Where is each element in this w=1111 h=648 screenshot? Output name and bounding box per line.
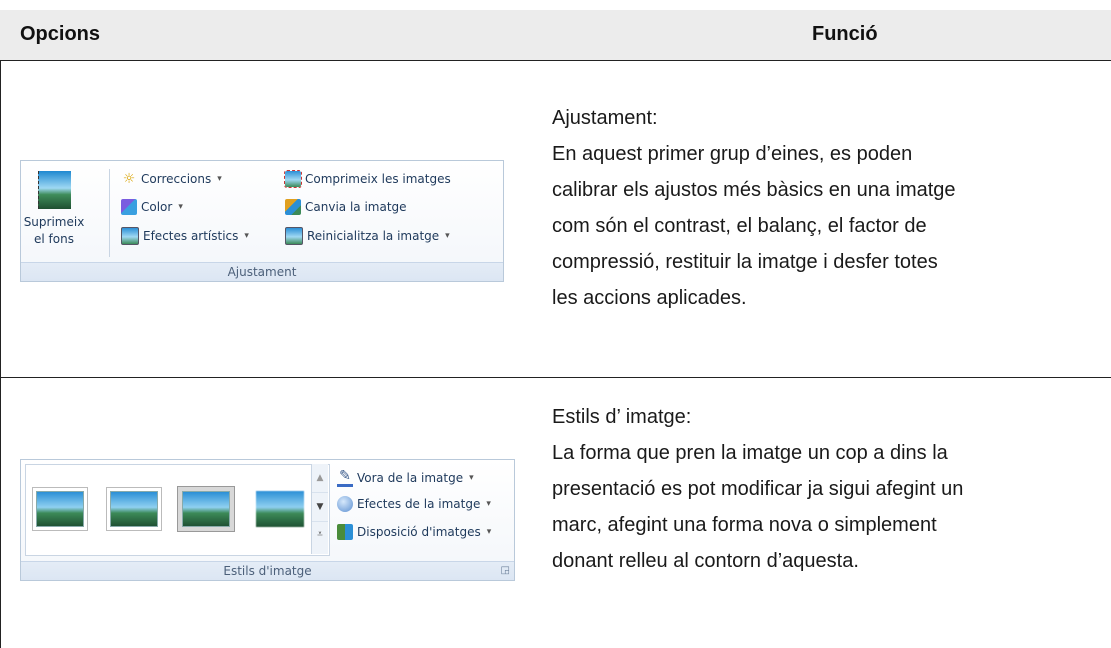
- color-button[interactable]: Color ▾: [121, 199, 183, 215]
- adjust-ribbon-group: Suprimeix el fons ☼ Correccions ▾ Color …: [20, 160, 504, 282]
- dialog-launcher-icon[interactable]: ◲: [501, 562, 510, 580]
- color-palette-icon: [121, 199, 137, 215]
- header-function: Funció: [812, 23, 878, 45]
- adjust-description: Ajustament: En aquest primer grup d’eine…: [552, 100, 956, 316]
- corrections-button[interactable]: ☼ Correccions ▾: [121, 171, 222, 187]
- picture-styles-ribbon-group: ▲ ▼ ⩡ ✎ Vora de la imatge ▾ Efectes de l…: [20, 459, 515, 581]
- reset-image-label: Reinicialitza la imatge: [307, 229, 440, 243]
- chevron-down-icon: ▾: [217, 174, 222, 184]
- gallery-more-icon[interactable]: ⩡: [312, 521, 328, 550]
- picture-border-label: Vora de la imatge: [357, 470, 464, 485]
- adjust-line-3: com són el contrast, el balanç, el facto…: [552, 215, 927, 237]
- adjust-line-5: les accions aplicades.: [552, 287, 747, 309]
- styles-line-1: La forma que pren la imatge un cop a din…: [552, 442, 948, 464]
- style-thumbnail-2[interactable]: [110, 491, 158, 527]
- adjust-group-label: Ajustament: [21, 262, 503, 281]
- adjust-line-4: compressió, restituir la imatge i desfer…: [552, 251, 938, 273]
- styles-line-4: donant relleu al contorn d’aquesta.: [552, 550, 859, 572]
- change-image-icon: [285, 199, 301, 215]
- remove-background-label-2: el fons: [34, 232, 74, 246]
- adjust-line-2: calibrar els ajustos més bàsics en una i…: [552, 179, 956, 201]
- effects-icon: [337, 496, 353, 512]
- picture-effects-button[interactable]: Efectes de la imatge ▾: [337, 496, 491, 512]
- picture-styles-label-text: Estils d'imatge: [223, 564, 312, 578]
- styles-title: Estils d’ imatge:: [552, 406, 692, 428]
- color-label: Color: [141, 200, 173, 214]
- styles-line-3: marc, afegint una forma nova o simplemen…: [552, 514, 937, 536]
- table-header: Opcions Funció: [0, 10, 1111, 61]
- change-image-label: Canvia la imatge: [305, 200, 407, 214]
- options-table: Opcions Funció Suprimeix el fons ☼ Corre…: [0, 10, 1111, 648]
- picture-layout-label: Disposició d'imatges: [357, 525, 481, 539]
- picture-styles-group-label: Estils d'imatge ◲: [21, 561, 514, 580]
- reset-image-button[interactable]: Reinicialitza la imatge ▾: [285, 227, 450, 245]
- picture-border-button[interactable]: ✎ Vora de la imatge ▾: [337, 468, 474, 487]
- styles-description: Estils d’ imatge: La forma que pren la i…: [552, 399, 963, 579]
- compress-images-button[interactable]: Comprimeix les imatges: [284, 170, 451, 188]
- chevron-down-icon: ▾: [178, 202, 183, 212]
- chevron-down-icon: ▾: [486, 499, 491, 509]
- artistic-effects-icon: [121, 227, 139, 245]
- adjust-line-1: En aquest primer grup d’eines, es poden: [552, 143, 913, 165]
- chevron-down-icon: ▾: [244, 231, 249, 241]
- styles-line-2: presentació es pot modificar ja sigui af…: [552, 478, 964, 500]
- ribbon-separator: [109, 169, 110, 257]
- header-options: Opcions: [20, 23, 101, 45]
- corrections-label: Correccions: [141, 172, 212, 186]
- style-thumbnail-4[interactable]: [256, 491, 304, 527]
- picture-effects-label: Efectes de la imatge: [357, 497, 481, 511]
- pencil-icon: ✎: [337, 468, 353, 487]
- chevron-down-icon: ▾: [486, 527, 492, 537]
- compress-images-label: Comprimeix les imatges: [305, 172, 451, 186]
- remove-background-label-1: Suprimeix: [23, 215, 85, 229]
- adjust-title: Ajustament:: [552, 107, 658, 129]
- gallery-scroll: ▲ ▼ ⩡: [311, 464, 328, 554]
- sun-icon: ☼: [122, 171, 136, 187]
- row-divider: [0, 377, 1111, 378]
- artistic-effects-label: Efectes artístics: [143, 229, 239, 243]
- gallery-scroll-down-icon[interactable]: ▼: [312, 492, 328, 521]
- change-image-button[interactable]: Canvia la imatge: [285, 199, 407, 215]
- remove-background-button[interactable]: Suprimeix el fons: [23, 165, 85, 257]
- style-thumbnail-1[interactable]: [36, 491, 84, 527]
- style-thumbnail-3[interactable]: [182, 491, 230, 527]
- remove-background-icon: [37, 171, 71, 209]
- chevron-down-icon: ▾: [469, 472, 474, 483]
- chevron-down-icon: ▾: [445, 231, 450, 241]
- compress-icon: [284, 170, 302, 188]
- layout-icon: [337, 524, 353, 540]
- reset-image-icon: [285, 227, 303, 245]
- table-left-border: [0, 10, 1, 648]
- styles-gallery: [25, 464, 330, 556]
- artistic-effects-button[interactable]: Efectes artístics ▾: [121, 227, 249, 245]
- picture-layout-button[interactable]: Disposició d'imatges ▾: [337, 524, 491, 540]
- gallery-scroll-up-icon[interactable]: ▲: [312, 464, 328, 492]
